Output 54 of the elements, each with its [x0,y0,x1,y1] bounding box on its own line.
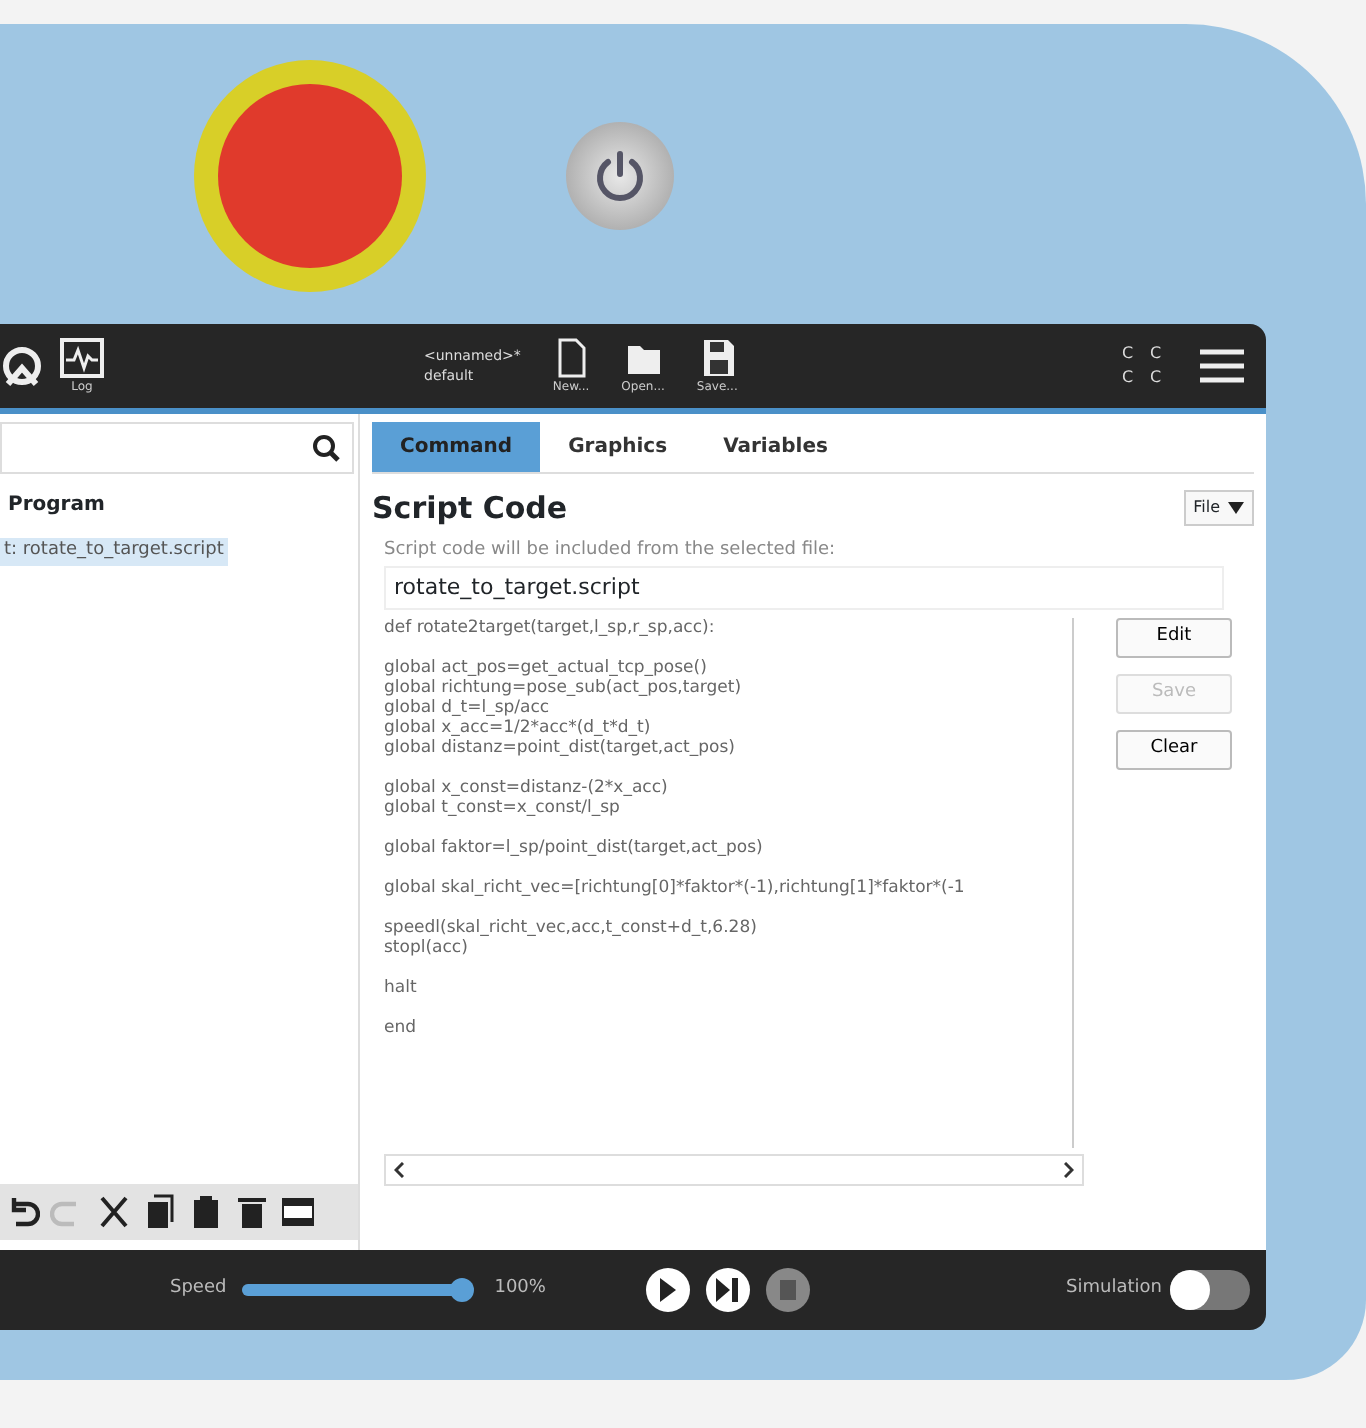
status-letter: C [1150,342,1164,366]
speed-reading: 100% [494,1276,546,1303]
section-title: Script Code [372,490,568,526]
file-field[interactable]: rotate_to_target.script [384,565,1224,610]
tree-node[interactable]: Program [0,474,358,520]
code-line: global distanz=point_dist(target,act_pos) [384,738,737,758]
status-letter: C [1122,342,1136,366]
tab[interactable]: Variables [695,422,856,472]
code-line: halt [384,978,419,998]
code-line: global x_const=distanz-(2*x_acc) [384,778,670,798]
script-button[interactable]: Edit [1116,618,1232,658]
search-field[interactable] [0,422,354,474]
code-line: global x_acc=1/2*acc*(d_t*d_t) [384,718,653,738]
simulation-label: Simulation [1066,1276,1162,1303]
code-line: global d_t=l_sp/acc [384,698,552,718]
mode-dropdown[interactable]: File [1183,490,1254,526]
code-line: global t_const=x_const/l_sp [384,798,622,818]
tree-node[interactable]: t: rotate_to_target.script [0,538,228,565]
stop-icon [779,1280,796,1300]
code-line: global faktor=l_sp/point_dist(target,act_pos) [384,838,765,858]
power-button[interactable] [566,122,674,230]
playback-button[interactable] [645,1268,690,1312]
slider-thumb[interactable] [450,1278,475,1302]
step-forward-icon [716,1278,739,1302]
speed-label: Speed [170,1276,227,1303]
horizontal-scrollbar[interactable] [384,1154,1084,1186]
simulation-toggle[interactable] [1170,1270,1250,1310]
status-letter: C [1122,366,1136,390]
menu-icon[interactable] [1198,346,1246,386]
code-line: stopl(acc) [384,938,470,958]
waveform-icon [60,337,104,377]
script-button[interactable]: Clear [1116,730,1232,770]
search-icon [312,434,340,462]
playback-button[interactable] [705,1268,750,1312]
scissors-icon[interactable] [96,1194,132,1230]
trash-icon[interactable] [234,1194,270,1230]
play-icon [659,1278,676,1302]
caret-icon [1228,502,1244,514]
robot-icon[interactable] [0,344,44,388]
code-line: speedl(skal_richt_vec,acc,t_const+d_t,6.28) [384,918,759,938]
copy-icon[interactable] [142,1194,178,1230]
suppress-icon[interactable] [280,1194,316,1230]
code-editor[interactable] [384,618,1074,1148]
document-icon [553,337,590,377]
code-line: def rotate2target(target,l_sp,r_sp,acc): [384,618,717,638]
status-letter: C [1150,366,1164,390]
tab[interactable]: Command [372,422,541,472]
tab[interactable]: Graphics [540,422,696,472]
clipboard-icon[interactable] [188,1194,224,1230]
code-line: global skal_richt_vec=[richtung[0]*faktor*(-1),richtung[1]*faktor*(-1 [384,878,967,898]
hint-text: Script code will be included from the selected file: [384,538,838,564]
code-line: global richtung=pose_sub(act_pos,target) [384,678,744,698]
code-line: global act_pos=get_actual_tcp_pose() [384,658,709,678]
code-line: end [384,1018,419,1038]
